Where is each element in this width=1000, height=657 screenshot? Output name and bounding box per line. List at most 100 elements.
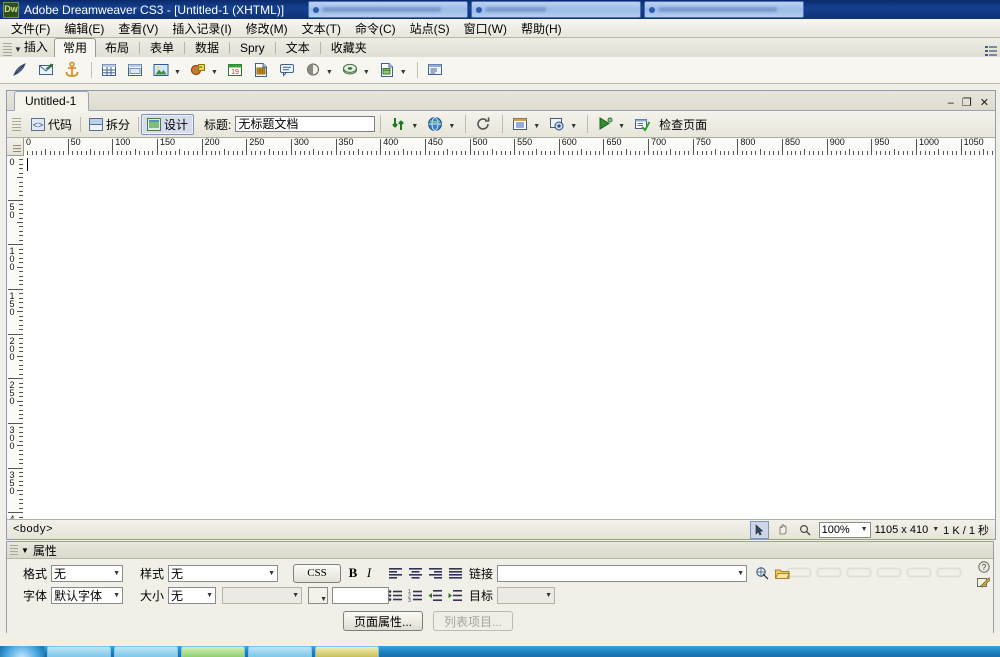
insert-tab-4[interactable]: Spry [231,38,274,57]
view-options-icon[interactable] [508,112,532,136]
format-select[interactable]: 无 ▼ [51,564,124,582]
point-to-file-icon[interactable] [752,564,772,583]
menu-insert[interactable]: 插入记录(I) [165,19,238,38]
insert-tab-5[interactable]: 文本 [277,38,319,57]
insert-tab-1[interactable]: 布局 [96,38,138,57]
ordered-list-icon[interactable]: 123 [405,586,425,605]
indent-icon[interactable] [445,586,465,605]
page-properties-button[interactable]: 页面属性... [343,611,424,631]
target-select[interactable]: ▼ [497,586,556,604]
outdent-icon[interactable] [425,586,445,605]
unordered-list-icon[interactable] [385,586,405,605]
insert-bar-grip[interactable] [3,41,12,56]
taskbar-item[interactable] [248,646,312,657]
menu-view[interactable]: 查看(V) [111,19,165,38]
insert-tab-0[interactable]: 常用 [53,38,96,58]
script-objects-icon[interactable] [338,58,362,82]
taskbar-item[interactable] [47,646,111,657]
chevron-down-icon[interactable]: ▼ [174,69,181,76]
chevron-down-icon[interactable]: ▼ [400,69,407,76]
text-color-picker[interactable]: ▼ [308,586,329,604]
style-select[interactable]: 无 ▼ [168,564,279,582]
comment-icon[interactable] [275,58,299,82]
select-tool-icon[interactable] [749,520,769,539]
templates-icon[interactable] [375,58,399,82]
quick-tag-editor-icon[interactable] [977,577,991,592]
chevron-down-icon[interactable]: ▼ [932,526,939,533]
document-tab-untitled-1[interactable]: Untitled-1 [14,91,90,111]
image-icon[interactable] [149,58,173,82]
date-icon[interactable]: 19 [223,58,247,82]
check-page-label[interactable]: 检查页面 [659,116,707,133]
size-select[interactable]: 无 ▼ [168,586,217,604]
vertical-ruler[interactable]: 050100150200250300350400450 [7,155,24,521]
chevron-down-icon[interactable]: ▼ [14,45,22,54]
menu-commands[interactable]: 命令(C) [348,19,403,38]
menu-help[interactable]: 帮助(H) [514,19,569,38]
close-button[interactable]: ✕ [980,98,989,109]
insert-div-tag-icon[interactable] [123,58,147,82]
start-button[interactable] [0,646,44,657]
align-left-icon[interactable] [385,564,405,583]
font-select[interactable]: 默认字体 ▼ [51,586,124,604]
file-management-icon[interactable] [386,112,410,136]
design-canvas[interactable] [23,155,995,521]
taskbar-item[interactable] [181,646,245,657]
css-button[interactable]: CSS [293,563,341,583]
ruler-origin-corner[interactable] [7,138,24,156]
bold-button[interactable]: B [345,565,361,582]
link-select[interactable]: ▼ [497,564,748,582]
visual-aids-icon[interactable] [545,112,569,136]
insert-tab-3[interactable]: 数据 [186,38,228,57]
named-anchor-icon[interactable] [60,58,84,82]
zoom-tool-icon[interactable] [796,521,815,539]
minimize-button[interactable]: – [948,98,954,109]
hand-tool-icon[interactable] [773,521,792,539]
align-justify-icon[interactable] [445,564,465,583]
insert-tab-6[interactable]: 收藏夹 [322,38,376,57]
server-side-include-icon[interactable] [249,58,273,82]
help-icon[interactable]: ? [978,561,990,576]
color-hex-input[interactable] [332,586,390,604]
tag-selector[interactable]: <body> [7,524,53,536]
chevron-down-icon[interactable]: ▼ [533,123,540,130]
restore-button[interactable]: ❐ [962,98,972,109]
code-view-button[interactable]: <> 代码 [25,114,78,135]
validate-markup-icon[interactable] [593,112,617,136]
hyperlink-icon[interactable] [8,58,32,82]
chevron-down-icon[interactable]: ▼ [411,123,418,130]
media-flash-icon[interactable] [186,58,210,82]
chevron-down-icon[interactable]: ▼ [448,123,455,130]
menu-edit[interactable]: 编辑(E) [57,19,111,38]
insert-tab-2[interactable]: 表单 [141,38,183,57]
horizontal-ruler[interactable]: 0 50 100 150 200 250 300 350 400 450 500 550 600 650 7… [23,138,995,156]
menu-modify[interactable]: 修改(M) [239,19,295,38]
align-right-icon[interactable] [425,564,445,583]
chevron-down-icon[interactable]: ▼ [570,123,577,130]
email-link-icon[interactable] [34,58,58,82]
page-title-input[interactable] [235,116,376,132]
chevron-down-icon[interactable]: ▼ [211,69,218,76]
chevron-down-icon[interactable]: ▼ [21,546,29,555]
list-item-button[interactable]: 列表项目... [433,611,514,631]
document-toolbar-grip[interactable] [12,116,21,131]
size-unit-select[interactable]: ▼ [222,586,303,604]
table-icon[interactable] [97,58,121,82]
preview-in-browser-icon[interactable] [423,112,447,136]
menu-file[interactable]: 文件(F) [4,19,57,38]
refresh-design-view-icon[interactable] [471,112,495,136]
chevron-down-icon[interactable]: ▼ [618,123,625,130]
menu-window[interactable]: 窗口(W) [457,19,514,38]
taskbar-item[interactable] [315,646,379,657]
panel-options-icon[interactable] [984,45,998,57]
head-tag-icon[interactable] [301,58,325,82]
split-view-button[interactable]: 拆分 [83,114,136,135]
tag-chooser-icon[interactable] [423,58,447,82]
insert-bar-options[interactable] [984,45,1000,57]
menu-text[interactable]: 文本(T) [295,19,348,38]
chevron-down-icon[interactable]: ▼ [326,69,333,76]
taskbar-item[interactable] [114,646,178,657]
chevron-down-icon[interactable]: ▼ [363,69,370,76]
menu-site[interactable]: 站点(S) [403,19,457,38]
window-size-value[interactable]: 1105 x 410 [875,524,929,536]
